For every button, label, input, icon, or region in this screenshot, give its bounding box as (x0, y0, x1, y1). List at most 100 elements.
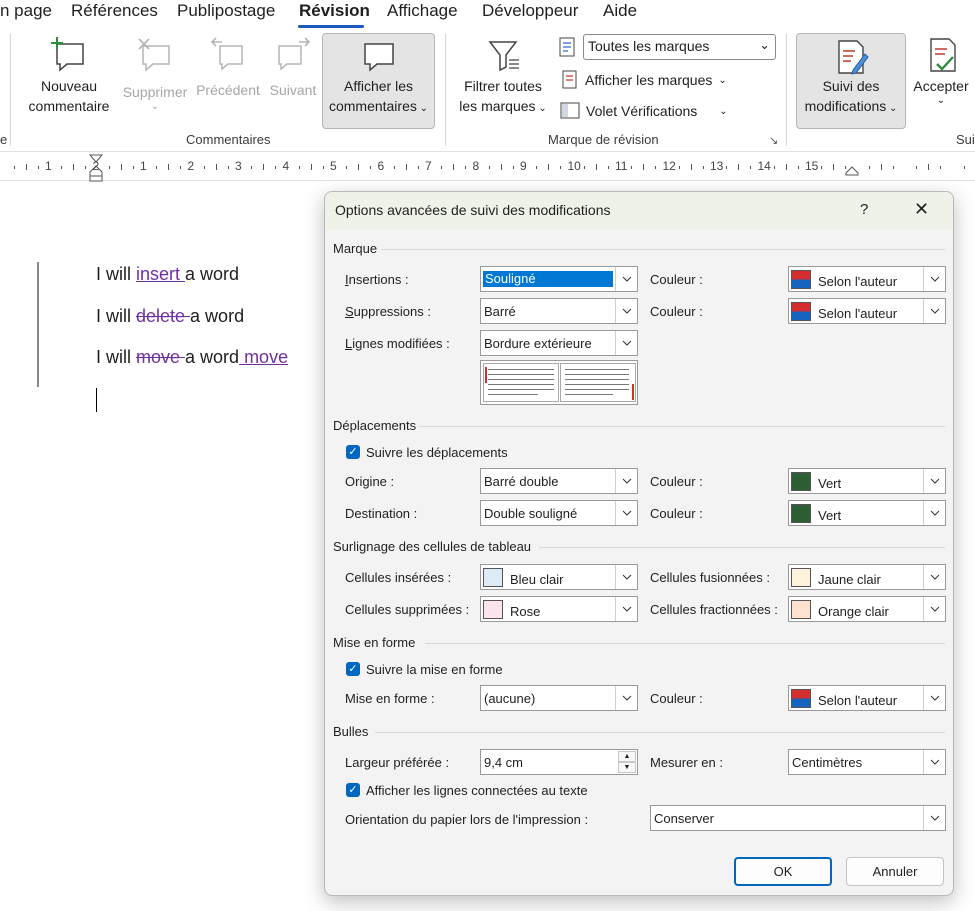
ruler-tick (203, 166, 205, 169)
formatting-color-select[interactable]: Selon l'auteur (788, 685, 946, 711)
next-comment-icon (278, 37, 311, 71)
ruler-tick (868, 166, 870, 169)
track-formatting-checkbox[interactable]: ✓ (346, 662, 360, 676)
ruler-number: 1 (45, 159, 52, 173)
ruler-tick (738, 164, 740, 170)
merged-cells-select[interactable]: Jaune clair (788, 564, 946, 590)
deletions-select[interactable]: Barré (480, 298, 638, 324)
track-moves-checkbox[interactable]: ✓ (346, 445, 360, 459)
inserted-cells-select[interactable]: Bleu clair (480, 564, 638, 590)
group-label-markup: Marque de révision (548, 132, 659, 147)
ok-button[interactable]: OK (734, 857, 832, 886)
horizontal-ruler[interactable]: 1 2 1 2 3 4 5 6 7 8 9 10 11 12 13 14 15 (0, 153, 975, 182)
moved-to-select[interactable]: Double souligné (480, 500, 638, 526)
deletions-color-select[interactable]: Selon l'auteur (788, 298, 946, 324)
insertions-color-value: Selon l'auteur (818, 274, 898, 289)
track-formatting-label[interactable]: Suivre la mise en forme (366, 662, 503, 677)
moved-to-value: Double souligné (484, 506, 578, 521)
changed-lines-select[interactable]: Bordure extérieure (480, 330, 638, 356)
reviewing-pane-button[interactable]: Volet Vérifications ⌄ (560, 102, 728, 120)
chevron-down-icon (923, 299, 945, 323)
ruler-tick (833, 164, 835, 170)
previous-comment-label: Précédent (196, 82, 260, 98)
next-comment-button[interactable]: Suivant (266, 36, 320, 100)
tab-view[interactable]: Affichage (387, 1, 458, 21)
accept-button[interactable]: Accepter ⌄ (907, 36, 975, 106)
moved-from-color-value: Vert (818, 476, 842, 491)
ruler-tick (393, 166, 395, 169)
ruler-tick (156, 166, 158, 169)
tab-developer[interactable]: Développeur (482, 1, 578, 21)
chevron-down-icon (615, 331, 637, 355)
measure-in-select[interactable]: Centimètres (788, 749, 946, 775)
section-bulles: Bulles (333, 724, 369, 739)
formatting-select[interactable]: (aucune) (480, 685, 638, 711)
show-lines-checkbox[interactable]: ✓ (346, 783, 360, 797)
show-markup-button[interactable]: Afficher les marques ⌄ (561, 70, 727, 90)
right-indent-marker-icon[interactable] (845, 166, 859, 176)
tab-references[interactable]: Références (71, 1, 158, 21)
moved-from-color-select[interactable]: Vert (788, 468, 946, 494)
filter-markup-button[interactable]: Filtrer toutes les marques ⌄ (453, 36, 553, 119)
chevron-down-icon (615, 501, 637, 525)
formatting-label: Mise en forme : (345, 691, 435, 706)
track-changes-button[interactable]: Suivi des modifications ⌄ (796, 33, 906, 129)
split-cells-select[interactable]: Orange clair (788, 596, 946, 622)
insertions-color-label: Couleur : (650, 272, 703, 287)
ribbon-tab-bar: n page Références Publipostage Révision … (0, 0, 975, 28)
preferred-width-spinner[interactable]: 9,4 cm ▲ ▼ (480, 749, 638, 775)
new-comment-button[interactable]: Nouveau commentaire (22, 36, 116, 116)
dialog-launcher-icon[interactable]: ↘ (769, 134, 778, 147)
delete-comment-button[interactable]: Supprimer ⌄ (119, 36, 191, 112)
measure-in-value: Centimètres (792, 755, 863, 770)
filter-markup-label-1: Filtrer toutes (464, 78, 542, 94)
tab-help[interactable]: Aide (603, 1, 637, 21)
moved-to-color-select[interactable]: Vert (788, 500, 946, 526)
funnel-icon (488, 41, 519, 72)
tab-page-layout[interactable]: n page (0, 1, 52, 21)
reviewing-pane-icon (560, 102, 580, 119)
insertions-select[interactable]: Souligné (480, 266, 638, 292)
moved-from-color-label: Couleur : (650, 474, 703, 489)
display-for-review-combo[interactable]: Toutes les marques ⌄ (583, 34, 776, 60)
tab-review[interactable]: Révision (299, 1, 370, 21)
formatting-color-label: Couleur : (650, 691, 703, 706)
ruler-tick (678, 166, 680, 169)
divider (419, 426, 945, 427)
show-comments-button[interactable]: Afficher les commentaires ⌄ (322, 33, 435, 129)
advanced-track-changes-dialog: Options avancées de suivi des modificati… (324, 191, 954, 896)
ruler-tick (215, 164, 217, 170)
tab-mailings[interactable]: Publipostage (177, 1, 275, 21)
preview-page-left (483, 363, 559, 402)
ruler-tick (13, 166, 15, 169)
inserted-cells-value: Bleu clair (510, 572, 564, 587)
close-icon[interactable]: ✕ (914, 199, 929, 220)
previous-comment-button[interactable]: Précédent (195, 36, 261, 100)
deleted-cells-select[interactable]: Rose (480, 596, 638, 622)
moved-from-select[interactable]: Barré double (480, 468, 638, 494)
filter-markup-label-2: les marques ⌄ (459, 98, 547, 114)
moved-to-color-value: Vert (818, 508, 842, 523)
ruler-tick (702, 166, 704, 169)
ruler-tick (180, 166, 182, 169)
insertions-color-select[interactable]: Selon l'auteur (788, 266, 946, 292)
delete-comment-label: Supprimer (122, 84, 188, 100)
help-icon[interactable]: ? (860, 201, 868, 218)
moved-to-text: move (239, 347, 289, 367)
chevron-down-icon (923, 565, 945, 589)
ruler-tick (370, 166, 372, 169)
reviewing-pane-label: Volet Vérifications (586, 103, 698, 119)
ruler-number: 10 (567, 159, 581, 173)
track-moves-label[interactable]: Suivre les déplacements (366, 445, 508, 460)
deleted-text: delete (136, 306, 191, 326)
paper-orientation-select[interactable]: Conserver (650, 805, 946, 831)
spin-down-icon[interactable]: ▼ (618, 762, 636, 773)
ruler-tick (845, 166, 847, 169)
ruler-tick (583, 166, 585, 169)
cancel-button[interactable]: Annuler (846, 857, 944, 886)
show-comments-icon (363, 43, 394, 72)
ruler-tick (560, 166, 562, 169)
show-lines-label[interactable]: Afficher les lignes connectées au texte (366, 783, 588, 798)
spin-up-icon[interactable]: ▲ (618, 751, 636, 762)
document-line-delete: I will delete a word (96, 306, 245, 326)
